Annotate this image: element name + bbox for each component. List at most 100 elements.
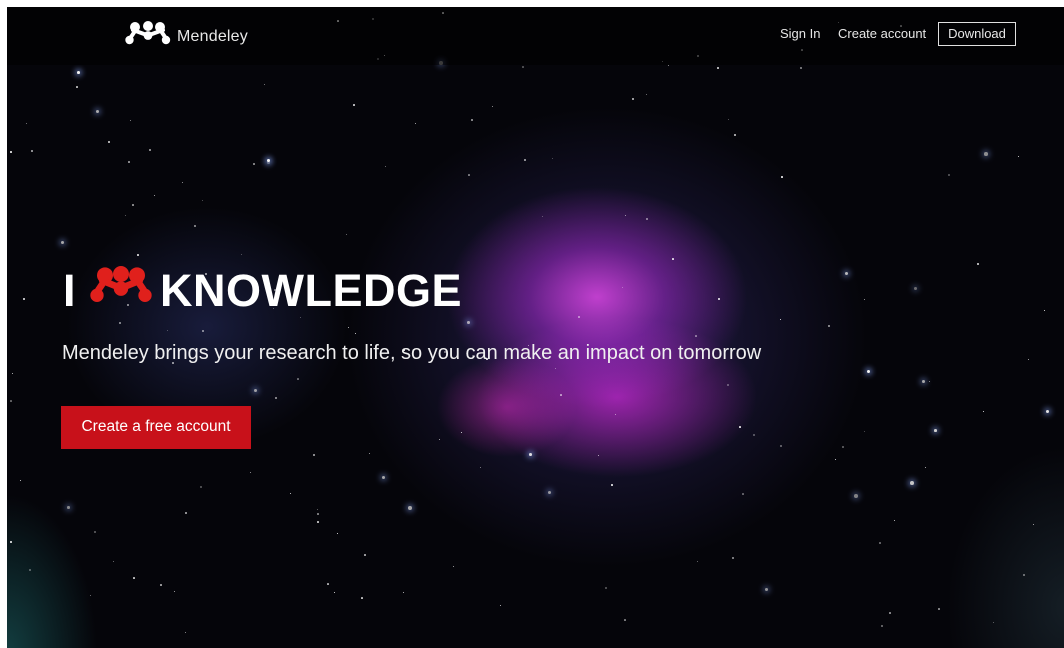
star (361, 597, 363, 599)
star (471, 119, 474, 122)
star (317, 513, 319, 515)
star (1018, 156, 1020, 158)
star (130, 120, 132, 122)
page-frame: Mendeley Sign In Create account Download… (7, 7, 1064, 648)
star (864, 299, 866, 301)
create-account-link[interactable]: Create account (838, 26, 926, 41)
star (297, 378, 299, 380)
star (467, 321, 470, 324)
star (781, 176, 783, 178)
star (113, 561, 115, 563)
hero-headline: I KNOWLEDGE (63, 265, 462, 317)
star (132, 204, 134, 206)
star (267, 159, 271, 163)
star (727, 384, 729, 386)
top-navbar: Mendeley Sign In Create account Download (7, 7, 1064, 65)
star (646, 94, 648, 96)
star (889, 612, 891, 614)
star (828, 325, 830, 327)
star (529, 453, 532, 456)
star (182, 182, 184, 184)
star (984, 152, 988, 156)
star (524, 159, 526, 161)
star (250, 472, 252, 474)
star (718, 298, 721, 301)
star (264, 84, 266, 86)
star (780, 319, 782, 321)
star (835, 459, 837, 461)
star (983, 411, 985, 413)
star (174, 591, 176, 593)
star (522, 66, 524, 68)
sign-in-link[interactable]: Sign In (780, 26, 820, 41)
star (624, 619, 626, 621)
star (317, 509, 319, 511)
star (31, 150, 34, 153)
star (275, 397, 277, 399)
star (300, 317, 302, 319)
star (552, 158, 554, 160)
star (76, 86, 78, 88)
star (695, 335, 697, 337)
star (149, 149, 151, 151)
mendeley-logo-icon (125, 21, 171, 52)
star (439, 439, 441, 441)
star (167, 330, 169, 332)
star (26, 123, 27, 124)
star (194, 225, 196, 227)
star (480, 467, 481, 468)
star (385, 166, 387, 168)
star (461, 432, 463, 434)
star (854, 494, 858, 498)
star (668, 65, 670, 67)
star (1023, 574, 1025, 576)
star (90, 595, 92, 597)
star (337, 533, 339, 535)
star (739, 426, 741, 428)
star (728, 119, 730, 121)
star (334, 592, 336, 594)
star (1033, 524, 1035, 526)
star (254, 389, 257, 392)
brand-home-link[interactable]: Mendeley (125, 21, 248, 52)
star (632, 98, 635, 101)
star (355, 333, 357, 335)
star (154, 195, 156, 197)
star (408, 506, 412, 510)
create-free-account-button[interactable]: Create a free account (61, 406, 251, 449)
star (241, 254, 243, 256)
star (560, 394, 562, 396)
star (133, 577, 135, 579)
star (10, 400, 12, 402)
star (128, 161, 130, 163)
star (765, 588, 769, 592)
star (253, 163, 255, 165)
star (734, 134, 736, 136)
star (578, 316, 580, 318)
star (202, 200, 204, 202)
star (922, 380, 925, 383)
star (1028, 359, 1030, 361)
star (185, 632, 187, 634)
star (914, 287, 917, 290)
star (605, 587, 607, 589)
star (672, 258, 674, 260)
star (555, 368, 557, 370)
star (948, 174, 950, 176)
star (717, 67, 719, 69)
star (364, 554, 366, 556)
download-button[interactable]: Download (938, 22, 1016, 46)
star (369, 453, 371, 455)
star (492, 106, 494, 108)
star (327, 583, 329, 585)
star (403, 592, 405, 594)
star (346, 234, 348, 236)
star (1044, 310, 1046, 312)
star (925, 467, 927, 469)
star (864, 431, 866, 433)
star (867, 370, 870, 373)
star (61, 241, 65, 245)
star (415, 123, 417, 125)
star (137, 254, 139, 256)
star (1046, 410, 1050, 414)
